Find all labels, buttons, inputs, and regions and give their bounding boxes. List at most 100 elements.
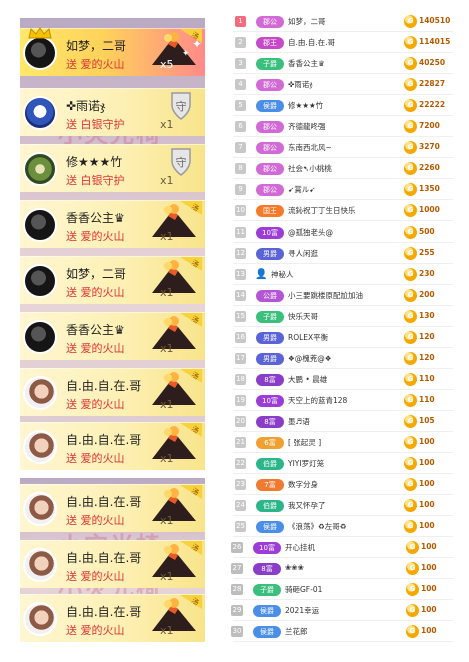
avatar[interactable] bbox=[23, 320, 57, 354]
coin-icon: G bbox=[404, 499, 417, 513]
avatar[interactable] bbox=[23, 548, 57, 582]
ranking-row[interactable]: 29 侯爵 2021幸运 G 100 bbox=[231, 601, 453, 622]
avatar[interactable] bbox=[23, 208, 57, 242]
sender-name: 如梦，二哥 bbox=[66, 39, 127, 53]
ranking-row[interactable]: 1 郡公 如梦，二哥 G 140510 bbox=[233, 12, 453, 32]
coin-icon: G bbox=[406, 583, 419, 597]
gift-card[interactable]: 如梦，二哥送 爱的火山 汤 x1 bbox=[20, 256, 205, 304]
ranking-user-name: 大鹏 • 晨雄 bbox=[288, 374, 328, 384]
ranking-row[interactable]: 4 郡公 ✜雨诺ჯ G 22827 bbox=[233, 75, 453, 96]
ranking-row[interactable]: 25 侯爵 《浪荡》♻左哥♻ G 100 bbox=[233, 517, 453, 538]
ranking-row[interactable]: 14 公爵 小三要跳楼原配尬加油 G 200 bbox=[233, 286, 453, 306]
rank-number: 21 bbox=[235, 437, 246, 448]
avatar[interactable] bbox=[23, 492, 57, 526]
gift-count: x1 bbox=[160, 118, 174, 131]
ranking-user-name: 我又怀孕了 bbox=[288, 501, 326, 511]
gift-card[interactable]: 自.由.自.在.哥送 爱的火山 汤 x1 bbox=[20, 368, 205, 416]
avatar[interactable] bbox=[23, 264, 57, 298]
rank-badge: 8富 bbox=[256, 373, 284, 386]
gift-count: x1 bbox=[160, 286, 174, 299]
rank-badge: 10富 bbox=[256, 226, 284, 239]
ranking-row[interactable]: 7 郡公 东南西北风~ G 3270 bbox=[233, 138, 453, 159]
gift-card[interactable]: 自.由.自.在.哥送 爱的火山 汤 x1 bbox=[20, 422, 205, 470]
ranking-row[interactable]: 20 8富 墨♬语 G 105 bbox=[233, 412, 453, 432]
ranking-row[interactable]: 24 伯爵 我又怀孕了 G 100 bbox=[233, 496, 453, 517]
contribution-value: 200 bbox=[419, 289, 435, 299]
volcano-icon: 汤 bbox=[152, 541, 202, 577]
coin-icon: G bbox=[404, 478, 417, 492]
ranking-row[interactable]: 28 子爵 骑砸GF-01 G 100 bbox=[231, 580, 453, 601]
gift-card[interactable]: ✜雨诺ჯ 送 白银守护 守 x1 bbox=[20, 88, 205, 136]
ranking-row[interactable]: 27 8富 ❀❀❀ G 100 bbox=[231, 559, 453, 580]
ranking-row[interactable]: 8 郡公 社会➷小桃桃 G 2260 bbox=[233, 159, 453, 180]
rank-number: 24 bbox=[235, 500, 246, 512]
shield-icon: 守 bbox=[171, 92, 191, 120]
ranking-user-name: 寻人闲逛 bbox=[288, 248, 318, 258]
ranking-row[interactable]: 5 侯爵 修★★★竹 G 22222 bbox=[233, 96, 453, 117]
ranking-row[interactable]: 17 男爵 ❖@槐茺@❖ G 120 bbox=[233, 349, 453, 369]
gift-card[interactable]: 自.由.自.在.哥送 爱的火山 汤 x1 bbox=[20, 484, 205, 532]
rank-number: 17 bbox=[235, 352, 246, 364]
gift-text: 送 爱的火山 bbox=[66, 398, 125, 411]
coin-icon: G bbox=[404, 162, 417, 176]
sender-name: 自.由.自.在.哥 bbox=[66, 551, 142, 565]
gift-card[interactable]: 自.由.自.在.哥送 爱的火山 汤 x1 bbox=[20, 540, 205, 588]
gift-text: 送 爱的火山 bbox=[66, 342, 125, 355]
ranking-row[interactable]: 21 6富 [ 张起灵 ] G 100 bbox=[233, 433, 453, 453]
rank-badge: 伯爵 bbox=[256, 500, 284, 513]
ranking-row[interactable]: 26 10富 开心挂机 G 100 bbox=[231, 538, 453, 559]
gift-text: 送 爱的火山 bbox=[66, 514, 125, 527]
gift-card[interactable]: 自.由.自.在.哥送 爱的火山 汤 x1 bbox=[20, 594, 205, 642]
ranking-row[interactable]: 2 郡王 自.由.自.在.哥 G 114015 bbox=[233, 33, 453, 54]
sender-name: 如梦，二哥 bbox=[66, 267, 127, 281]
ranking-row[interactable]: 23 7富 数字分身 G 100 bbox=[233, 475, 453, 496]
avatar[interactable] bbox=[23, 602, 57, 636]
ranking-row[interactable]: 19 10富 天空上的蓝青128 G 110 bbox=[233, 391, 453, 411]
volcano-icon: 汤 bbox=[152, 595, 202, 631]
gift-card[interactable]: 香香公主♛ 送 爱的火山 汤 x1 bbox=[20, 312, 205, 360]
avatar[interactable] bbox=[23, 36, 57, 70]
contribution-value: 114015 bbox=[419, 37, 451, 47]
ranking-row[interactable]: 12 男爵 寻人闲逛 G 255 bbox=[233, 244, 453, 264]
coin-icon: G bbox=[404, 120, 417, 134]
contribution-value: 100 bbox=[419, 437, 435, 446]
gift-card[interactable]: 香香公主♛ 送 爱的火山 汤 x1 bbox=[20, 200, 205, 248]
rank-number: 18 bbox=[235, 373, 246, 385]
ranking-row[interactable]: 16 男爵 ROLEX平衡 G 120 bbox=[233, 328, 453, 348]
volcano-icon: 汤 bbox=[152, 201, 202, 237]
ranking-row[interactable]: 11 10富 @孤独老头@ G 500 bbox=[233, 223, 453, 243]
avatar[interactable] bbox=[23, 376, 57, 410]
svg-text:守: 守 bbox=[176, 99, 187, 113]
gift-text: 送 爱的火山 bbox=[66, 570, 125, 583]
ranking-row[interactable]: 13 👤 神秘人 G 230 bbox=[233, 265, 453, 285]
gift-count: x1 bbox=[160, 514, 174, 527]
gift-card[interactable]: 修★★★竹送 白银守护 守 x1 bbox=[20, 144, 205, 192]
coin-icon: G bbox=[404, 57, 417, 71]
ranking-row[interactable]: 18 8富 大鹏 • 晨雄 G 110 bbox=[233, 370, 453, 390]
ranking-row[interactable]: 22 伯爵 YIYI罗灯笼 G 100 bbox=[233, 454, 453, 475]
ranking-row[interactable]: 6 郡公 齐德龍咚强 G 7200 bbox=[233, 117, 453, 138]
avatar[interactable] bbox=[23, 152, 57, 186]
ranking-row[interactable]: 10 国王 流鈊祝丁丁生日快乐 G 1000 bbox=[233, 201, 453, 222]
rank-number: 28 bbox=[231, 584, 243, 596]
rank-number: 9 bbox=[235, 184, 246, 196]
ranking-user-name: ❀❀❀ bbox=[285, 563, 304, 573]
avatar[interactable] bbox=[23, 96, 57, 130]
gift-count: x1 bbox=[160, 174, 174, 187]
avatar[interactable] bbox=[23, 430, 57, 464]
contribution-value: 110 bbox=[419, 394, 435, 404]
rank-badge: 国王 bbox=[256, 205, 284, 218]
coin-icon: G bbox=[406, 541, 419, 555]
ranking-row[interactable]: 3 子爵 香香公主♛ G 40250 bbox=[233, 54, 453, 75]
coin-icon: G bbox=[404, 36, 417, 50]
ranking-row[interactable]: 30 侯爵 兰花郎 G 100 bbox=[231, 622, 453, 643]
shield-icon: 守 bbox=[171, 148, 191, 176]
ranking-row[interactable]: 9 郡公 ➹賞ル➹ G 1350 bbox=[233, 180, 453, 201]
rank-badge: 子爵 bbox=[256, 310, 284, 323]
gift-card[interactable]: 如梦，二哥送 爱的火山汤 ✦ ✦ x5 bbox=[20, 27, 205, 76]
ranking-row[interactable]: 15 子爵 快乐天哥 G 130 bbox=[233, 307, 453, 327]
rank-number: 16 bbox=[235, 331, 246, 343]
ranking-user-name: 如梦，二哥 bbox=[288, 17, 326, 26]
rank-badge: 郡公 bbox=[256, 184, 284, 197]
contribution-value: 230 bbox=[419, 268, 435, 278]
